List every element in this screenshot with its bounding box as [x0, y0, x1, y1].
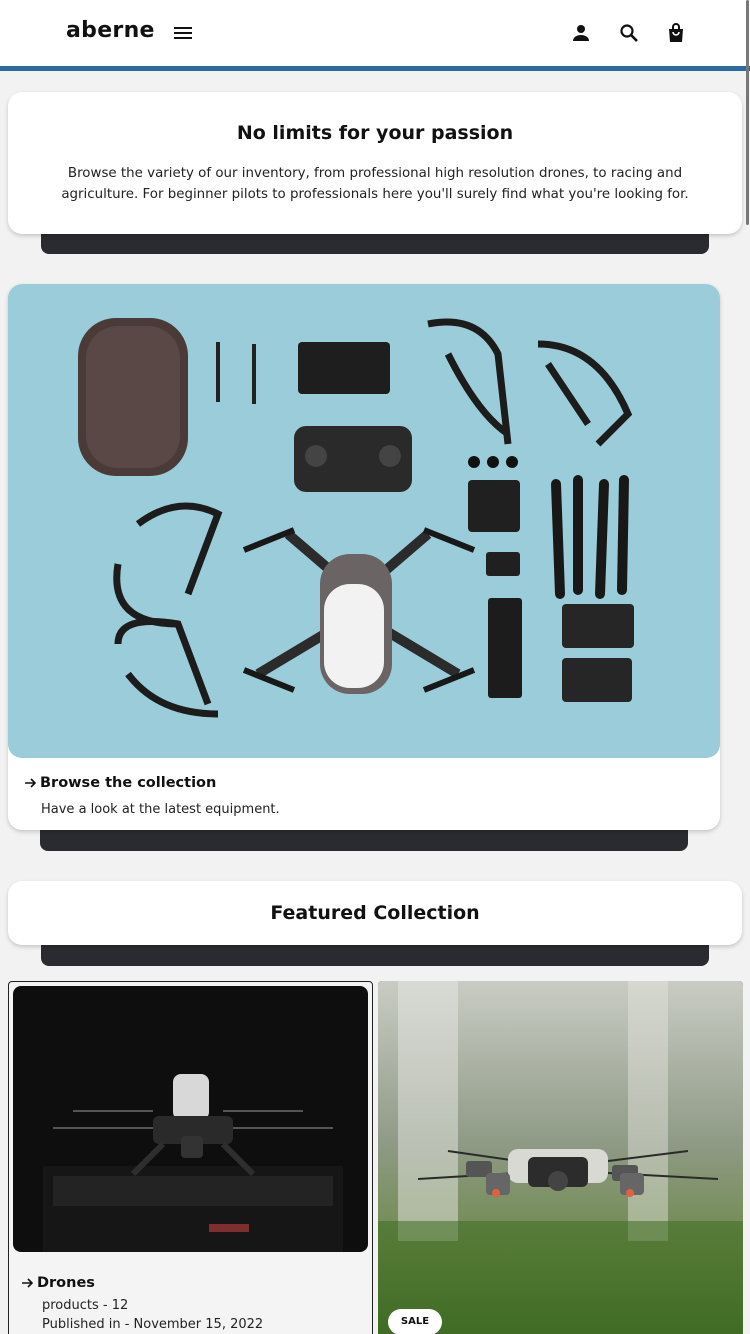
site-logo[interactable]: aberne [66, 18, 155, 43]
featured-card: Featured Collection [8, 881, 742, 945]
arrow-right-icon [25, 778, 37, 788]
top-header: aberne [0, 0, 750, 66]
header-accent-bar [0, 66, 750, 71]
arrow-right-icon [22, 1278, 34, 1288]
hero-card: No limits for your passion Browse the va… [8, 92, 742, 234]
sale-badge: SALE [388, 1309, 442, 1334]
collection-subtitle: Have a look at the latest equipment. [41, 802, 280, 817]
drones-collection-card[interactable]: Drones products - 12 Published in - Nove… [8, 981, 373, 1334]
drones-link[interactable]: Drones [21, 1275, 95, 1291]
hero-text: Browse the variety of our inventory, fro… [61, 166, 689, 202]
bag-icon[interactable] [664, 21, 688, 45]
drones-title: Drones [37, 1275, 95, 1291]
collection-card[interactable]: Browse the collection Have a look at the… [8, 284, 720, 830]
featured-title: Featured Collection [270, 902, 480, 924]
browse-collection-link[interactable]: Browse the collection [24, 775, 216, 791]
sale-collection-card[interactable]: SALE [378, 981, 743, 1334]
menu-icon[interactable] [171, 21, 195, 45]
scrollbar[interactable] [746, 0, 749, 225]
browse-collection-label: Browse the collection [40, 775, 217, 791]
account-icon[interactable] [569, 21, 593, 45]
search-icon[interactable] [617, 21, 641, 45]
drones-published-date: Published in - November 15, 2022 [42, 1317, 264, 1332]
hero-title: No limits for your passion [236, 122, 514, 144]
drones-image[interactable] [13, 986, 368, 1252]
drones-products-count: products - 12 [42, 1298, 129, 1313]
flying-drone-image[interactable] [378, 981, 743, 1334]
drone-flatlay-image[interactable] [8, 284, 720, 758]
